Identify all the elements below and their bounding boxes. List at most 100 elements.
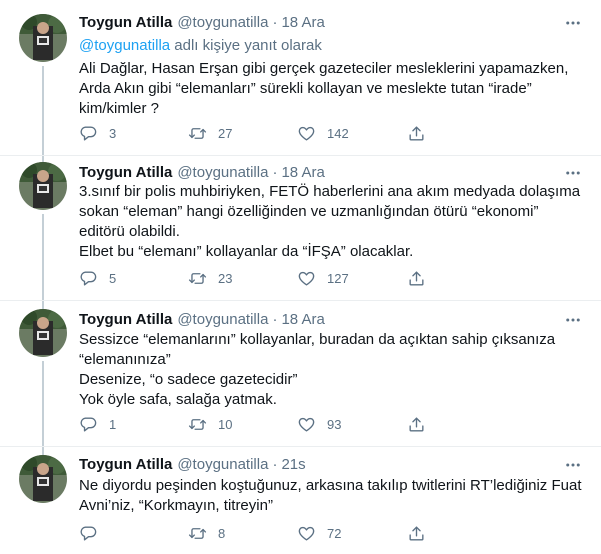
- tweet-divider: [0, 300, 601, 301]
- tweet-text: 3.sınıf bir polis muhbiriyken, FETÖ habe…: [79, 182, 584, 262]
- reply-button[interactable]: [79, 524, 109, 543]
- share-icon: [409, 526, 424, 541]
- tweet-divider: [0, 155, 601, 156]
- share-button[interactable]: [407, 415, 426, 434]
- tweet-actions: 5 23 127: [79, 269, 519, 289]
- tweet-text: Ne diyordu peşinden koştuğunuz, arkasına…: [79, 476, 584, 516]
- author-name[interactable]: Toygun Atilla: [79, 311, 172, 328]
- tweet-text-line: sokan “eleman” hangi özelliğinden ve uzm…: [79, 203, 539, 220]
- reply-icon: [80, 526, 97, 541]
- tweet-timestamp[interactable]: 18 Ara: [281, 14, 324, 31]
- tweet-text-line: Sessizce “elemanlarını” kollayanlar, bur…: [79, 331, 556, 348]
- like-button[interactable]: 142: [297, 124, 349, 143]
- tweet-text-line: Desenize, “o sadece gazetecidir”: [79, 371, 298, 388]
- tweet-header: Toygun Atilla @toygunatilla · 18 Ara: [79, 162, 325, 182]
- retweet-count: 8: [218, 526, 226, 541]
- tweet-text-line: kim/kimler ?: [79, 100, 160, 117]
- tweet-header: Toygun Atilla @toygunatilla · 18 Ara: [79, 309, 325, 329]
- share-button[interactable]: [407, 524, 426, 543]
- heart-icon: [298, 417, 315, 432]
- tweet-text-line: “elemanınıza”: [79, 351, 171, 368]
- reply-button[interactable]: 1: [79, 415, 116, 434]
- share-icon: [409, 126, 424, 141]
- tweet-actions: 8 72: [79, 524, 519, 544]
- tweet-text-line: Elbet bu “elemanı” kollayanlar da “İFŞA”…: [79, 243, 414, 260]
- retweet-button[interactable]: 8: [188, 524, 225, 543]
- tweet-text-line: editörü olabildi.: [79, 223, 180, 240]
- tweet-actions: 1 10 93: [79, 415, 519, 435]
- tweet-text: Sessizce “elemanlarını” kollayanlar, bur…: [79, 330, 584, 410]
- avatar[interactable]: [19, 14, 67, 62]
- author-handle[interactable]: @toygunatilla: [177, 14, 268, 31]
- like-count: 127: [327, 271, 349, 286]
- tweet-timestamp[interactable]: 18 Ara: [281, 311, 324, 328]
- reply-context: @toygunatilla adlı kişiye yanıt olarak: [79, 37, 322, 54]
- thread-line: [42, 214, 44, 309]
- separator-dot: ·: [272, 310, 278, 328]
- thread-line: [42, 66, 44, 166]
- more-icon[interactable]: [563, 13, 583, 33]
- author-name[interactable]: Toygun Atilla: [79, 164, 172, 181]
- tweet-text: Ali Dağlar, Hasan Erşan gibi gerçek gaze…: [79, 59, 584, 119]
- retweet-icon: [188, 419, 207, 430]
- tweet-divider: [0, 446, 601, 447]
- share-icon: [409, 271, 424, 286]
- author-name[interactable]: Toygun Atilla: [79, 456, 172, 473]
- tweet-timestamp[interactable]: 21s: [281, 456, 305, 473]
- like-button[interactable]: 127: [297, 269, 349, 288]
- reply-mention-link[interactable]: @toygunatilla: [79, 37, 170, 54]
- reply-icon: [80, 271, 97, 286]
- reply-button[interactable]: 3: [79, 124, 116, 143]
- retweet-icon: [188, 273, 207, 284]
- share-button[interactable]: [407, 124, 426, 143]
- like-button[interactable]: 93: [297, 415, 341, 434]
- separator-dot: ·: [272, 455, 278, 473]
- more-icon[interactable]: [563, 310, 583, 330]
- tweet-timestamp[interactable]: 18 Ara: [281, 164, 324, 181]
- thread-line: [42, 361, 44, 455]
- like-count: 72: [327, 526, 342, 541]
- reply-icon: [80, 126, 97, 141]
- tweet-text-line: Yok öyle safa, salağa yatmak.: [79, 391, 277, 408]
- retweet-button[interactable]: 27: [188, 124, 232, 143]
- retweet-count: 27: [218, 126, 233, 141]
- reply-count: 5: [109, 271, 117, 286]
- tweet-text-line: Ne diyordu peşinden koştuğunuz, arkasına…: [79, 477, 582, 494]
- author-handle[interactable]: @toygunatilla: [177, 164, 268, 181]
- separator-dot: ·: [272, 13, 278, 31]
- avatar[interactable]: [19, 455, 67, 503]
- tweet-text-line: Arda Akın gibi “elemanları” sürekli koll…: [79, 80, 532, 97]
- reply-icon: [80, 417, 97, 432]
- avatar[interactable]: [19, 309, 67, 357]
- retweet-icon: [188, 128, 207, 139]
- tweet-header: Toygun Atilla @toygunatilla · 18 Ara: [79, 12, 325, 32]
- tweet-text-line: Avni’niz, “Korkmayın, titreyin”: [79, 497, 273, 514]
- more-icon[interactable]: [563, 455, 583, 475]
- tweet-actions: 3 27 142: [79, 124, 519, 144]
- tweet-text-line: Ali Dağlar, Hasan Erşan gibi gerçek gaze…: [79, 60, 569, 77]
- reply-count: 3: [109, 126, 117, 141]
- retweet-icon: [188, 528, 207, 539]
- author-handle[interactable]: @toygunatilla: [177, 456, 268, 473]
- reply-button[interactable]: 5: [79, 269, 116, 288]
- reply-context-text: adlı kişiye yanıt olarak: [170, 37, 322, 54]
- author-name[interactable]: Toygun Atilla: [79, 14, 172, 31]
- retweet-count: 10: [218, 417, 233, 432]
- heart-icon: [298, 271, 315, 286]
- more-icon[interactable]: [563, 163, 583, 183]
- share-icon: [409, 417, 424, 432]
- avatar[interactable]: [19, 162, 67, 210]
- author-handle[interactable]: @toygunatilla: [177, 311, 268, 328]
- share-button[interactable]: [407, 269, 426, 288]
- reply-count: 1: [109, 417, 117, 432]
- like-count: 142: [327, 126, 349, 141]
- retweet-count: 23: [218, 271, 233, 286]
- retweet-button[interactable]: 10: [188, 415, 232, 434]
- heart-icon: [298, 126, 315, 141]
- tweet-header: Toygun Atilla @toygunatilla · 21s: [79, 454, 306, 474]
- retweet-button[interactable]: 23: [188, 269, 232, 288]
- heart-icon: [298, 526, 315, 541]
- separator-dot: ·: [272, 163, 278, 181]
- like-button[interactable]: 72: [297, 524, 341, 543]
- tweet-text-line: 3.sınıf bir polis muhbiriyken, FETÖ habe…: [79, 183, 581, 200]
